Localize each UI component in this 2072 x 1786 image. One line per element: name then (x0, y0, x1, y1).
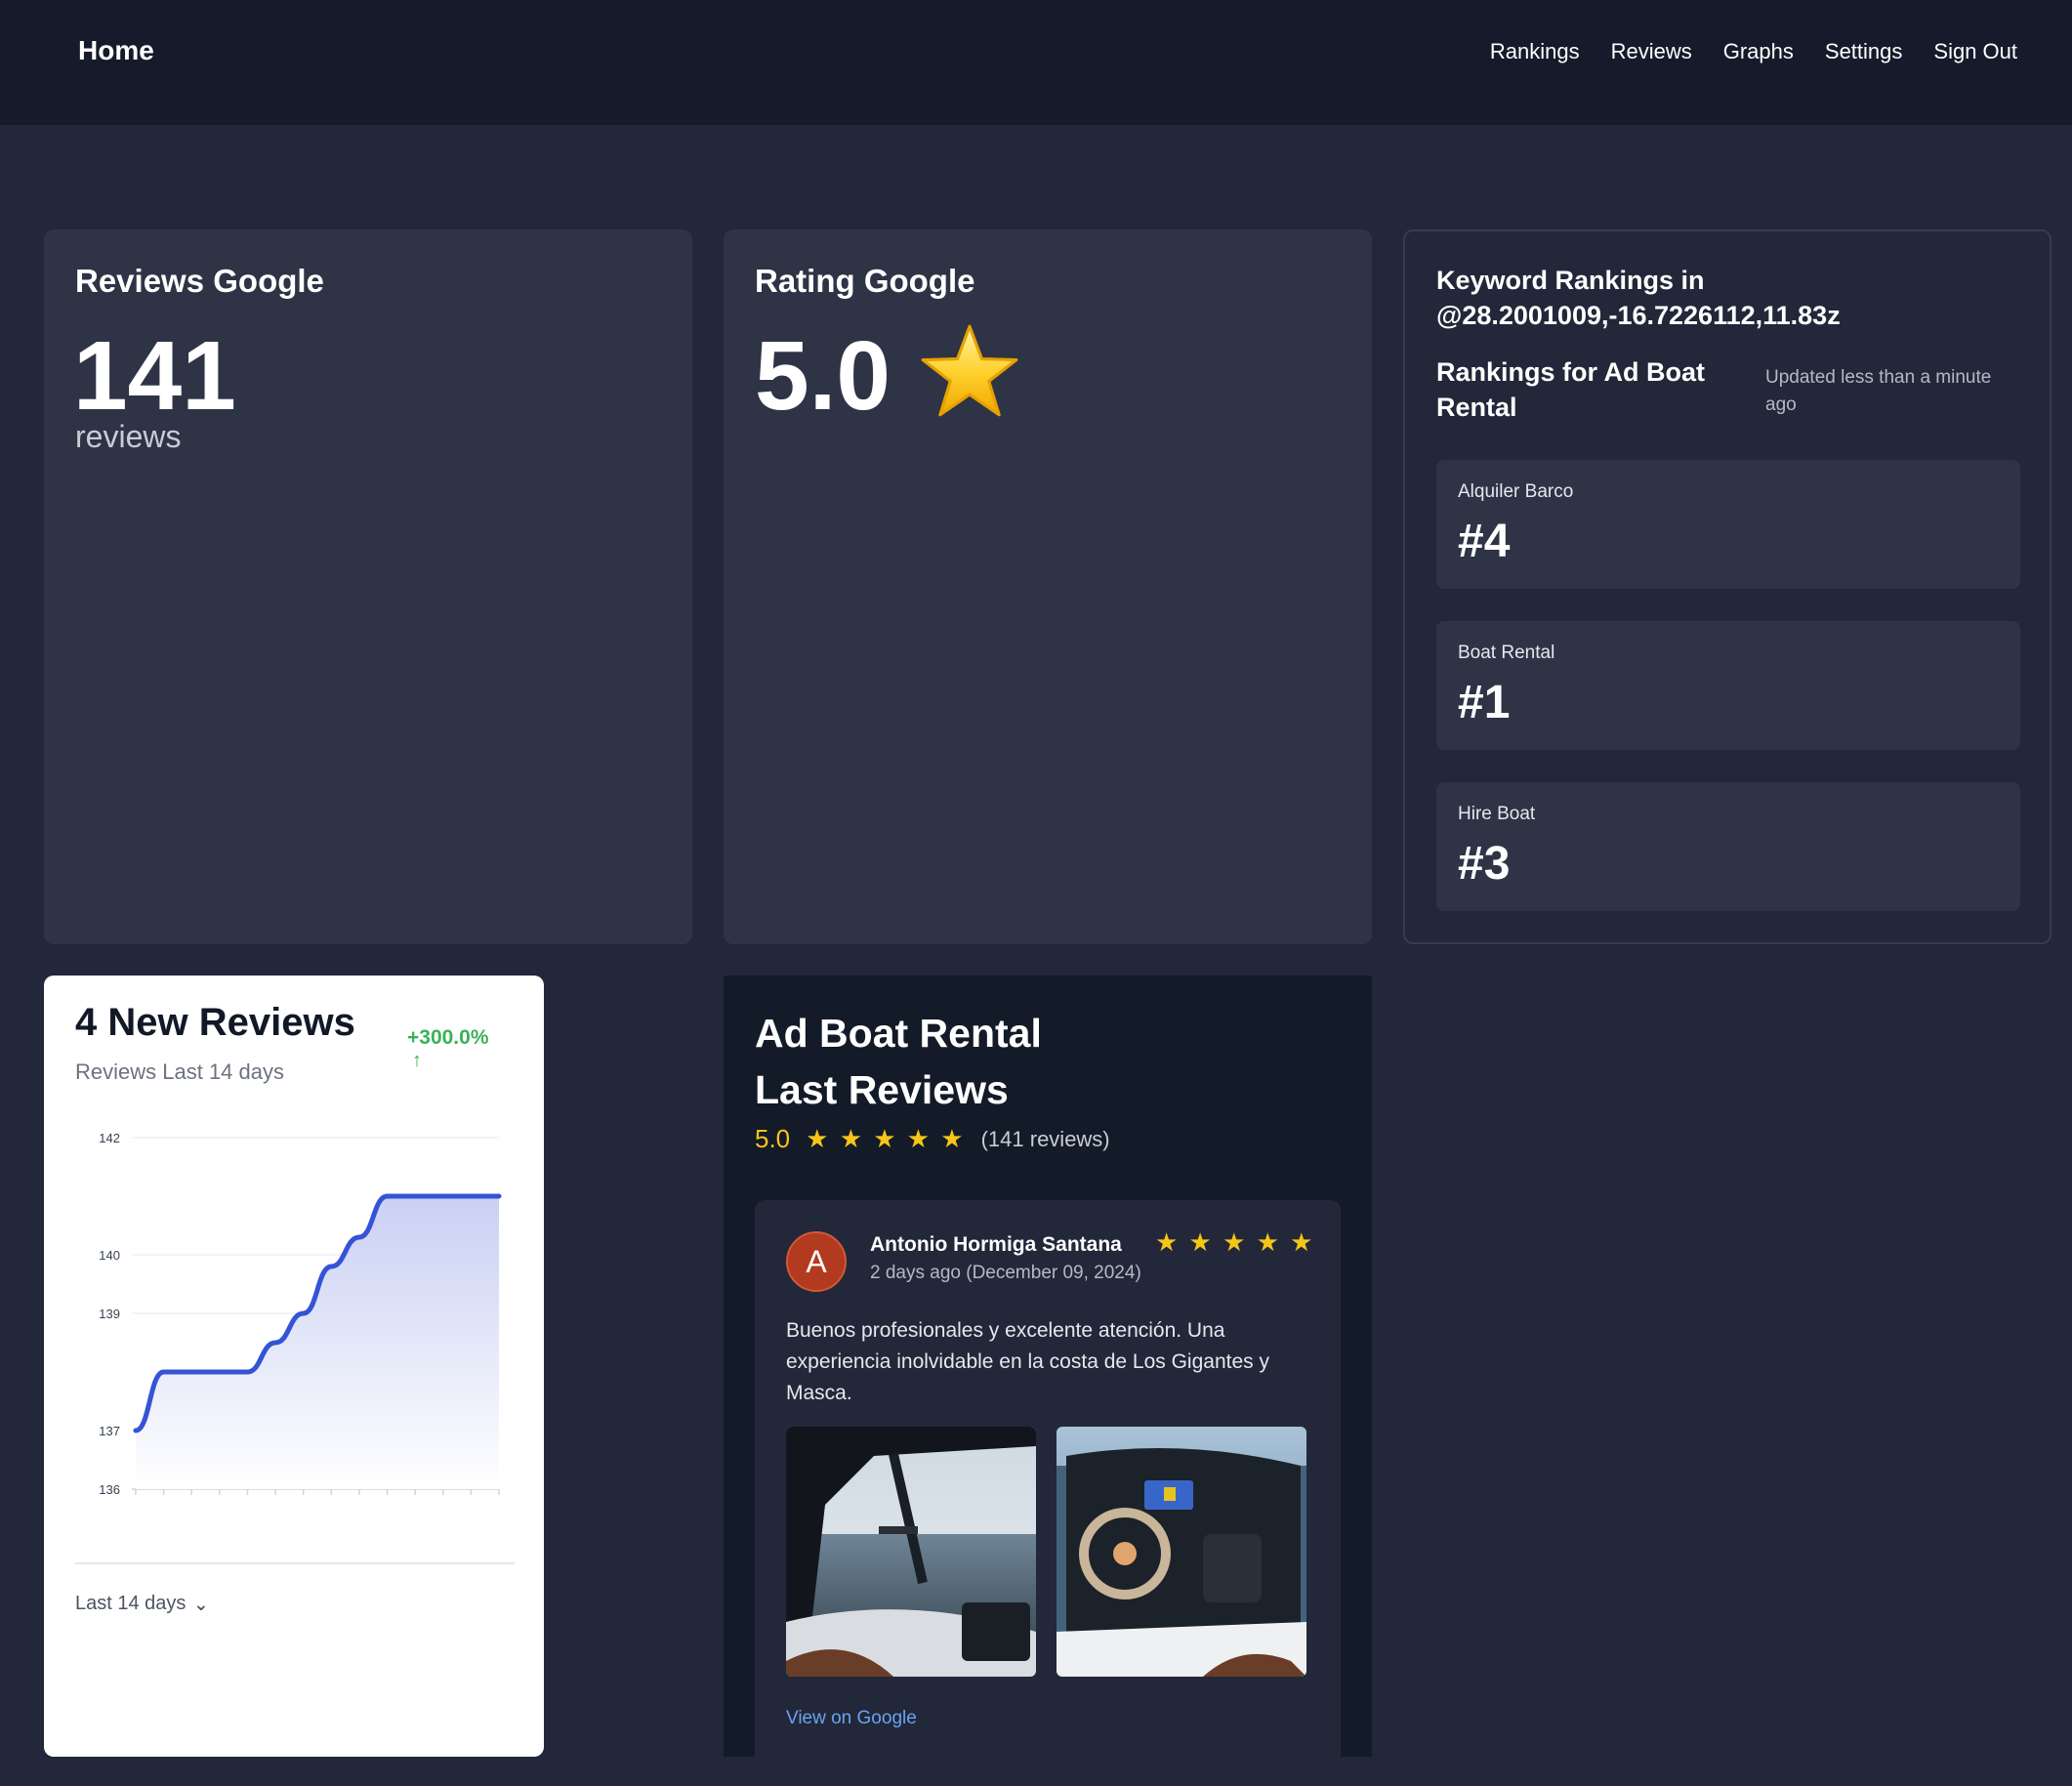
reviews-google-card: Reviews Google 141 reviews (44, 229, 692, 944)
keyword-label: Hire Boat (1458, 804, 1535, 825)
rating-value: 5.0 (755, 327, 891, 425)
rankings-subtitle: Rankings for Ad Boat Rental (1436, 354, 1720, 425)
main-nav: Rankings Reviews Graphs Settings Sign Ou… (1490, 39, 2017, 64)
reviewer-name: Antonio Hormiga Santana (870, 1233, 1122, 1257)
review-photo[interactable] (786, 1427, 1036, 1677)
top-navbar: Home Rankings Reviews Graphs Settings Si… (0, 0, 2072, 125)
y-tick-label: 137 (99, 1424, 120, 1438)
reviews-count: 141 (73, 327, 236, 425)
star-icon (919, 322, 1020, 420)
last-reviews-card: Ad Boat Rental Last Reviews 5.0 ★ ★ ★ ★ … (724, 976, 1372, 1757)
last-reviews-title: Last Reviews (755, 1061, 1009, 1118)
keyword-rankings-card: Keyword Rankings in @28.2001009,-16.7226… (1403, 229, 2051, 944)
keyword-item: Hire Boat #3 (1436, 782, 2020, 911)
updated-timestamp: Updated less than a minute ago (1765, 364, 2019, 419)
home-link[interactable]: Home (78, 35, 154, 66)
reviews-unit-label: reviews (75, 419, 181, 455)
y-tick-label: 140 (99, 1248, 120, 1263)
reviews-card-title: Reviews Google (75, 263, 324, 300)
nav-graphs[interactable]: Graphs (1723, 39, 1794, 64)
rating-google-card: Rating Google 5.0 (724, 229, 1372, 944)
reviews-area-chart: 142 140 139 137 136 (44, 1122, 544, 1513)
review-photo[interactable] (1057, 1427, 1306, 1677)
avatar: A (786, 1231, 847, 1292)
overall-rating: 5.0 (755, 1124, 790, 1154)
new-reviews-title: 4 New Reviews (75, 1001, 355, 1045)
keyword-rank: #1 (1458, 676, 1510, 729)
total-reviews-count: (141 reviews) (981, 1127, 1110, 1152)
rating-card-title: Rating Google (755, 263, 975, 300)
review-date: 2 days ago (December 09, 2024) (870, 1263, 1141, 1284)
y-tick-label: 136 (99, 1482, 120, 1497)
new-reviews-subtitle: Reviews Last 14 days (75, 1059, 284, 1085)
keyword-rank: #3 (1458, 837, 1510, 891)
nav-sign-out[interactable]: Sign Out (1933, 39, 2017, 64)
review-stars-icon: ★ ★ ★ ★ ★ (1155, 1227, 1314, 1258)
change-percent: +300.0% (407, 1026, 489, 1050)
keyword-rankings-title: Keyword Rankings in @28.2001009,-16.7226… (1436, 263, 2022, 333)
arrow-up-icon: ↑ (412, 1050, 422, 1072)
range-selector-label: Last 14 days (75, 1593, 186, 1615)
y-tick-label: 142 (99, 1131, 120, 1145)
rating-stars-icon: ★ ★ ★ ★ ★ (806, 1124, 965, 1154)
chart-area-fill (136, 1196, 499, 1489)
chevron-down-icon: ⌄ (193, 1599, 208, 1609)
keyword-label: Boat Rental (1458, 643, 1554, 664)
nav-rankings[interactable]: Rankings (1490, 39, 1580, 64)
nav-settings[interactable]: Settings (1825, 39, 1903, 64)
keyword-item: Boat Rental #1 (1436, 621, 2020, 750)
nav-reviews[interactable]: Reviews (1611, 39, 1692, 64)
keyword-rank: #4 (1458, 515, 1510, 568)
business-name: Ad Boat Rental (755, 1005, 1042, 1061)
review-item: A Antonio Hormiga Santana 2 days ago (De… (755, 1200, 1341, 1786)
range-selector[interactable]: Last 14 days ⌄ (75, 1593, 209, 1615)
view-on-google-link[interactable]: View on Google (786, 1708, 917, 1729)
keyword-item: Alquiler Barco #4 (1436, 460, 2020, 589)
review-text: Buenos profesionales y excelente atenció… (786, 1315, 1313, 1409)
divider (75, 1562, 515, 1564)
new-reviews-card: 4 New Reviews Reviews Last 14 days +300.… (44, 976, 544, 1757)
y-tick-label: 139 (99, 1307, 120, 1321)
keyword-label: Alquiler Barco (1458, 481, 1573, 503)
